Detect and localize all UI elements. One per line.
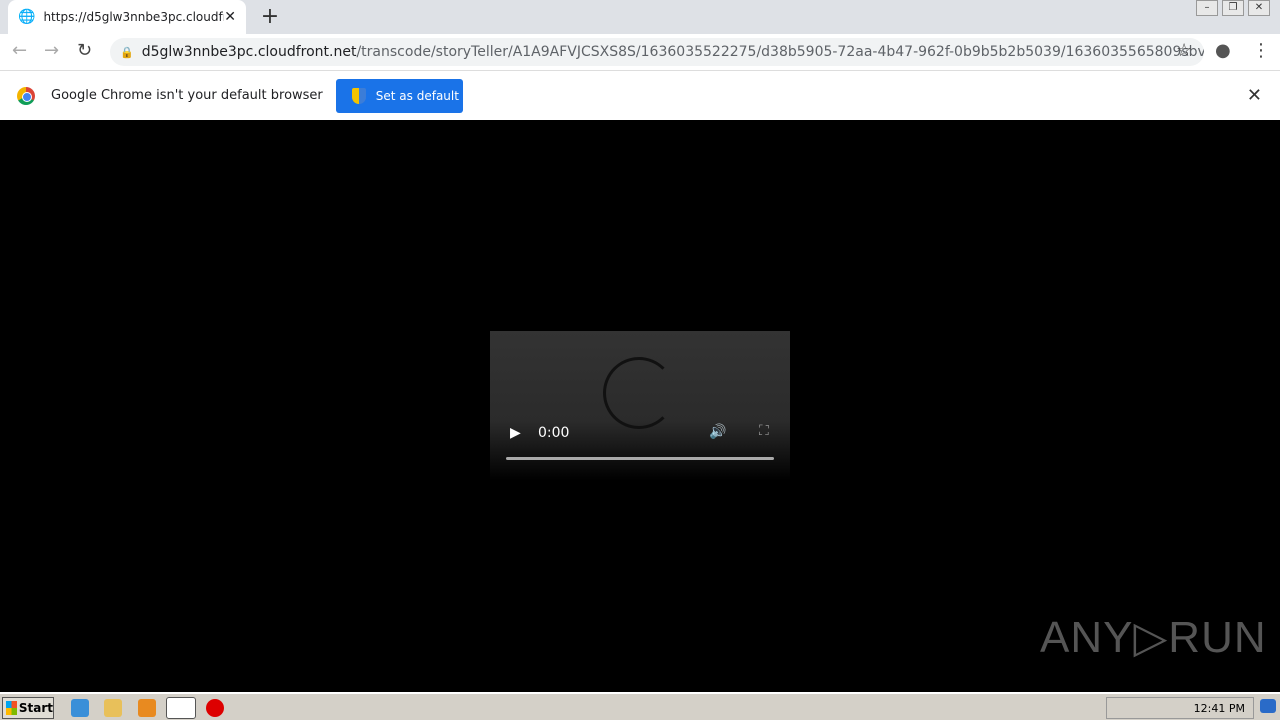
show-desktop-icon[interactable] [1260,699,1276,713]
shield-icon [351,87,366,104]
tab-strip: 🌐 https://d5glw3nnbe3pc.cloudfront.net/t… [0,0,1280,34]
star-icon[interactable]: ☆ [1176,40,1192,61]
system-tray: 12:41 PM [1106,697,1254,719]
menu-icon[interactable]: ⋮ [1252,40,1270,61]
tab-close-icon[interactable]: ✕ [224,9,236,25]
anyrun-watermark: ANY▷RUN [1040,613,1267,662]
minimize-button[interactable]: – [1196,0,1218,16]
forward-icon[interactable]: → [44,40,59,61]
clock[interactable]: 12:41 PM [1194,702,1245,715]
back-icon[interactable]: ← [12,40,27,61]
browser-toolbar: ← → ↻ 🔒 d5glw3nnbe3pc.cloudfront.net/tra… [0,34,1280,71]
video-progress-bar[interactable] [506,457,774,460]
url-host: d5glw3nnbe3pc.cloudfront.net [141,44,357,60]
fullscreen-icon[interactable]: ⛶ [759,423,769,439]
set-as-default-label: Set as default [375,88,459,103]
infobar-message: Google Chrome isn't your default browser [51,88,323,103]
start-label: Start [18,701,53,715]
infobar-close-icon[interactable]: ✕ [1247,85,1262,106]
play-icon[interactable]: ▶ [510,425,521,441]
video-player[interactable]: ▶ 0:00 🔊 ⛶ [490,331,790,481]
globe-icon: 🌐 [18,9,36,25]
ie-icon[interactable] [71,699,89,717]
url-path: /transcode/storyTeller/A1A9AFVJCSXS8S/16… [356,44,1204,60]
set-as-default-button[interactable]: Set as default [335,78,463,113]
close-window-button[interactable]: ✕ [1248,0,1270,16]
address-bar[interactable]: 🔒 d5glw3nnbe3pc.cloudfront.net/transcode… [110,38,1204,66]
tab-title: https://d5glw3nnbe3pc.cloudfront.net/tra… [43,10,224,24]
chrome-taskbar-icon[interactable] [166,697,196,719]
start-button[interactable]: Start [2,697,54,719]
loading-spinner-icon [603,357,675,429]
explorer-icon[interactable] [104,699,122,717]
volume-icon[interactable]: 🔊 [709,424,726,440]
video-time: 0:00 [538,425,570,441]
chrome-logo-icon [17,86,35,105]
restore-button[interactable]: ❐ [1222,0,1244,16]
media-player-icon[interactable] [138,699,156,717]
lock-icon: 🔒 [120,45,134,59]
reload-icon[interactable]: ↻ [77,40,92,61]
new-tab-button[interactable]: + [258,4,282,29]
tab-active[interactable]: 🌐 https://d5glw3nnbe3pc.cloudfront.net/t… [8,0,246,34]
profile-icon[interactable]: ● [1215,40,1231,61]
windows-flag-icon [6,701,17,715]
opera-icon[interactable] [206,699,224,717]
taskbar: Start 12:41 PM [0,692,1280,720]
default-browser-infobar: Google Chrome isn't your default browser… [0,71,1280,120]
